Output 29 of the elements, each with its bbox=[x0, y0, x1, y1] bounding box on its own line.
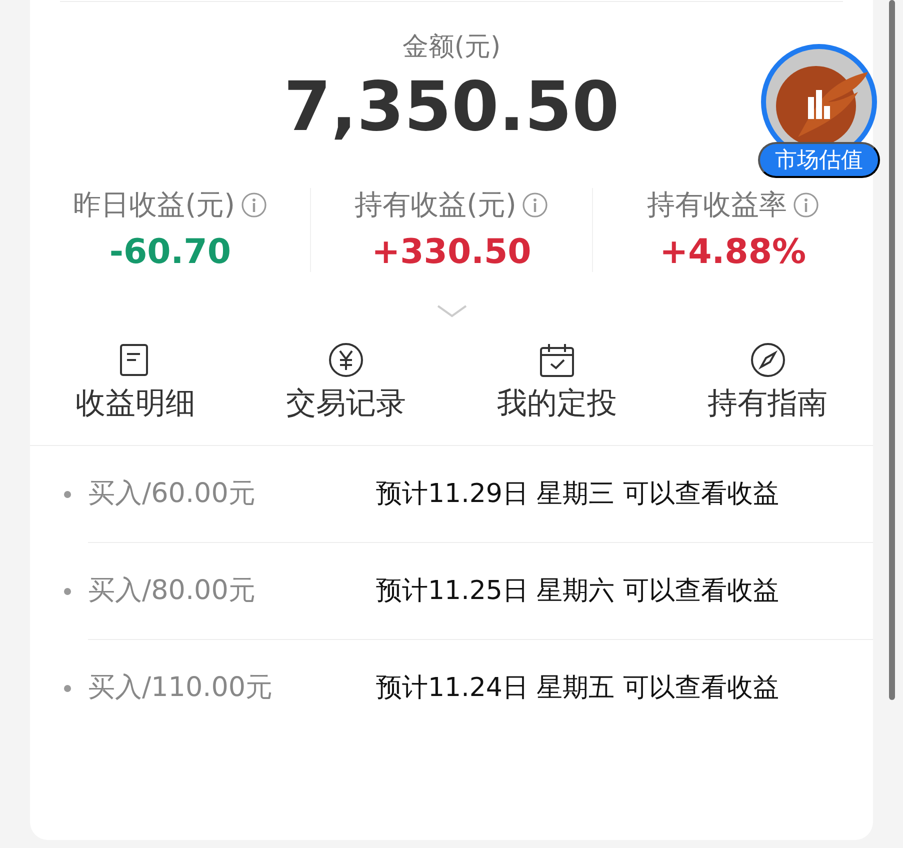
record-note: 预计11.25日 星期六 可以查看收益 bbox=[376, 574, 779, 608]
calendar-icon bbox=[538, 342, 575, 378]
bullet-icon bbox=[64, 490, 71, 498]
stat-value: +330.50 bbox=[372, 232, 532, 272]
stat-label: 持有收益率 bbox=[646, 188, 787, 222]
record-note: 预计11.24日 星期五 可以查看收益 bbox=[376, 672, 779, 705]
info-icon[interactable] bbox=[792, 192, 819, 218]
market-valuation-button[interactable]: 市场估值 bbox=[758, 142, 880, 178]
record-title: 买入/60.00元 bbox=[88, 477, 256, 512]
yen-icon bbox=[328, 342, 364, 378]
bullet-icon bbox=[64, 588, 71, 595]
stat-label: 昨日收益(元) bbox=[73, 188, 236, 222]
shortcut-button[interactable]: 收益明细 bbox=[30, 342, 241, 424]
record-title: 买入/110.00元 bbox=[88, 671, 274, 706]
record-title: 买入/80.00元 bbox=[88, 574, 256, 608]
shortcut-button[interactable]: 持有指南 bbox=[662, 342, 873, 424]
amount-label: 金额(元) bbox=[401, 32, 502, 64]
bullet-icon bbox=[64, 684, 71, 692]
record-note: 预计11.29日 星期三 可以查看收益 bbox=[376, 478, 779, 511]
chevron-down-icon[interactable] bbox=[436, 304, 468, 318]
amount-value: 7,350.50 bbox=[284, 71, 620, 146]
stat-value: -60.70 bbox=[109, 232, 231, 272]
info-icon[interactable] bbox=[522, 192, 548, 218]
shortcut-button[interactable]: 交易记录 bbox=[240, 342, 452, 424]
info-icon[interactable] bbox=[241, 192, 268, 218]
stat-value: +4.88% bbox=[660, 232, 806, 272]
compass-icon bbox=[750, 342, 786, 378]
shortcut-button[interactable]: 我的定投 bbox=[452, 342, 662, 424]
stat-label: 持有收益(元) bbox=[354, 188, 516, 222]
